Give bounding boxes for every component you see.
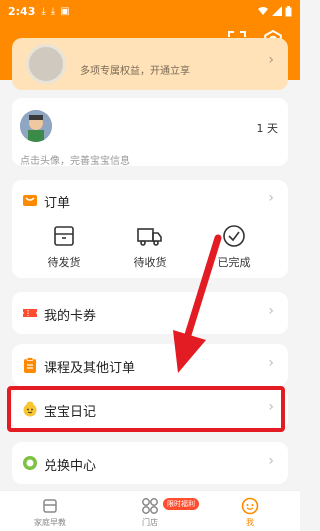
app-notification-icon: ▣ (60, 5, 70, 17)
store-icon (142, 498, 158, 514)
tab-label: 门店 (142, 518, 158, 527)
tab-label: 我 (246, 518, 254, 527)
check-circle-icon (223, 225, 245, 247)
tab-stores[interactable]: 门店 (100, 491, 200, 531)
me-face-icon (241, 497, 259, 515)
chevron-right-icon: › (268, 453, 274, 469)
order-pending-receipt[interactable]: 待收货 (120, 224, 180, 270)
order-pending-shipment[interactable]: 待发货 (34, 224, 94, 270)
menu-item-coupons[interactable]: 我的卡券 › (12, 292, 288, 334)
package-icon (54, 226, 74, 246)
signal-icon (272, 6, 282, 16)
vip-benefits-text: 多项专属权益，开通立享 (80, 66, 190, 77)
download-icon: ⤓ (50, 5, 56, 17)
chevron-right-icon[interactable]: › (268, 190, 274, 206)
order-status-label: 待收货 (133, 256, 167, 269)
bottom-tab-bar: 家庭早教 门店 我 (0, 490, 300, 531)
vip-medal-icon (26, 44, 66, 84)
truck-icon (137, 228, 162, 246)
avatar-image (20, 110, 52, 142)
home-box-icon (43, 499, 57, 513)
order-status-label: 待发货 (47, 256, 81, 269)
orders-card: 订单 › 待发货 待收货 已完成 (12, 180, 288, 278)
days-count: 1 天 (256, 122, 279, 135)
wifi-icon (258, 7, 268, 15)
ticket-icon (23, 309, 37, 317)
vip-benefits-card[interactable]: 多项专属权益，开通立享 › (12, 38, 288, 90)
clipboard-icon (24, 357, 36, 373)
menu-item-label: 课程及其他订单 (44, 361, 136, 376)
menu-item-baby-diary[interactable]: 宝宝日记 › (12, 388, 288, 430)
order-status-label: 已完成 (217, 256, 251, 269)
download-icon: ⤓ (41, 5, 46, 17)
baby-profile-card: 1 天 点击头像，完善宝宝信息 (12, 98, 288, 167)
order-completed[interactable]: 已完成 (204, 224, 264, 270)
tab-me[interactable]: 我 (200, 491, 300, 531)
tab-early-education[interactable]: 家庭早教 (0, 491, 100, 531)
battery-icon (285, 5, 292, 16)
baby-face-icon (23, 401, 37, 417)
menu-item-label: 我的卡券 (44, 309, 97, 324)
exchange-icon (23, 456, 37, 470)
status-bar: 2:43 ⤓ ⤓ ▣ (0, 0, 300, 22)
chevron-right-icon: › (268, 303, 274, 319)
tab-label: 家庭早教 (34, 518, 66, 527)
chevron-right-icon: › (268, 52, 274, 68)
chevron-right-icon: › (268, 399, 274, 415)
chevron-right-icon: › (268, 355, 274, 371)
promo-badge: 限时福利 (163, 498, 199, 510)
menu-item-exchange-center[interactable]: 兑换中心 › (12, 442, 288, 484)
menu-item-label: 兑换中心 (44, 459, 97, 474)
status-time: 2:43 (8, 4, 36, 18)
avatar[interactable] (20, 110, 52, 142)
menu-item-label: 宝宝日记 (44, 405, 97, 420)
orders-icon (23, 195, 37, 206)
profile-hint[interactable]: 点击头像，完善宝宝信息 (20, 152, 130, 167)
menu-item-course-orders[interactable]: 课程及其他订单 › (12, 344, 288, 386)
orders-title[interactable]: 订单 (44, 192, 70, 211)
